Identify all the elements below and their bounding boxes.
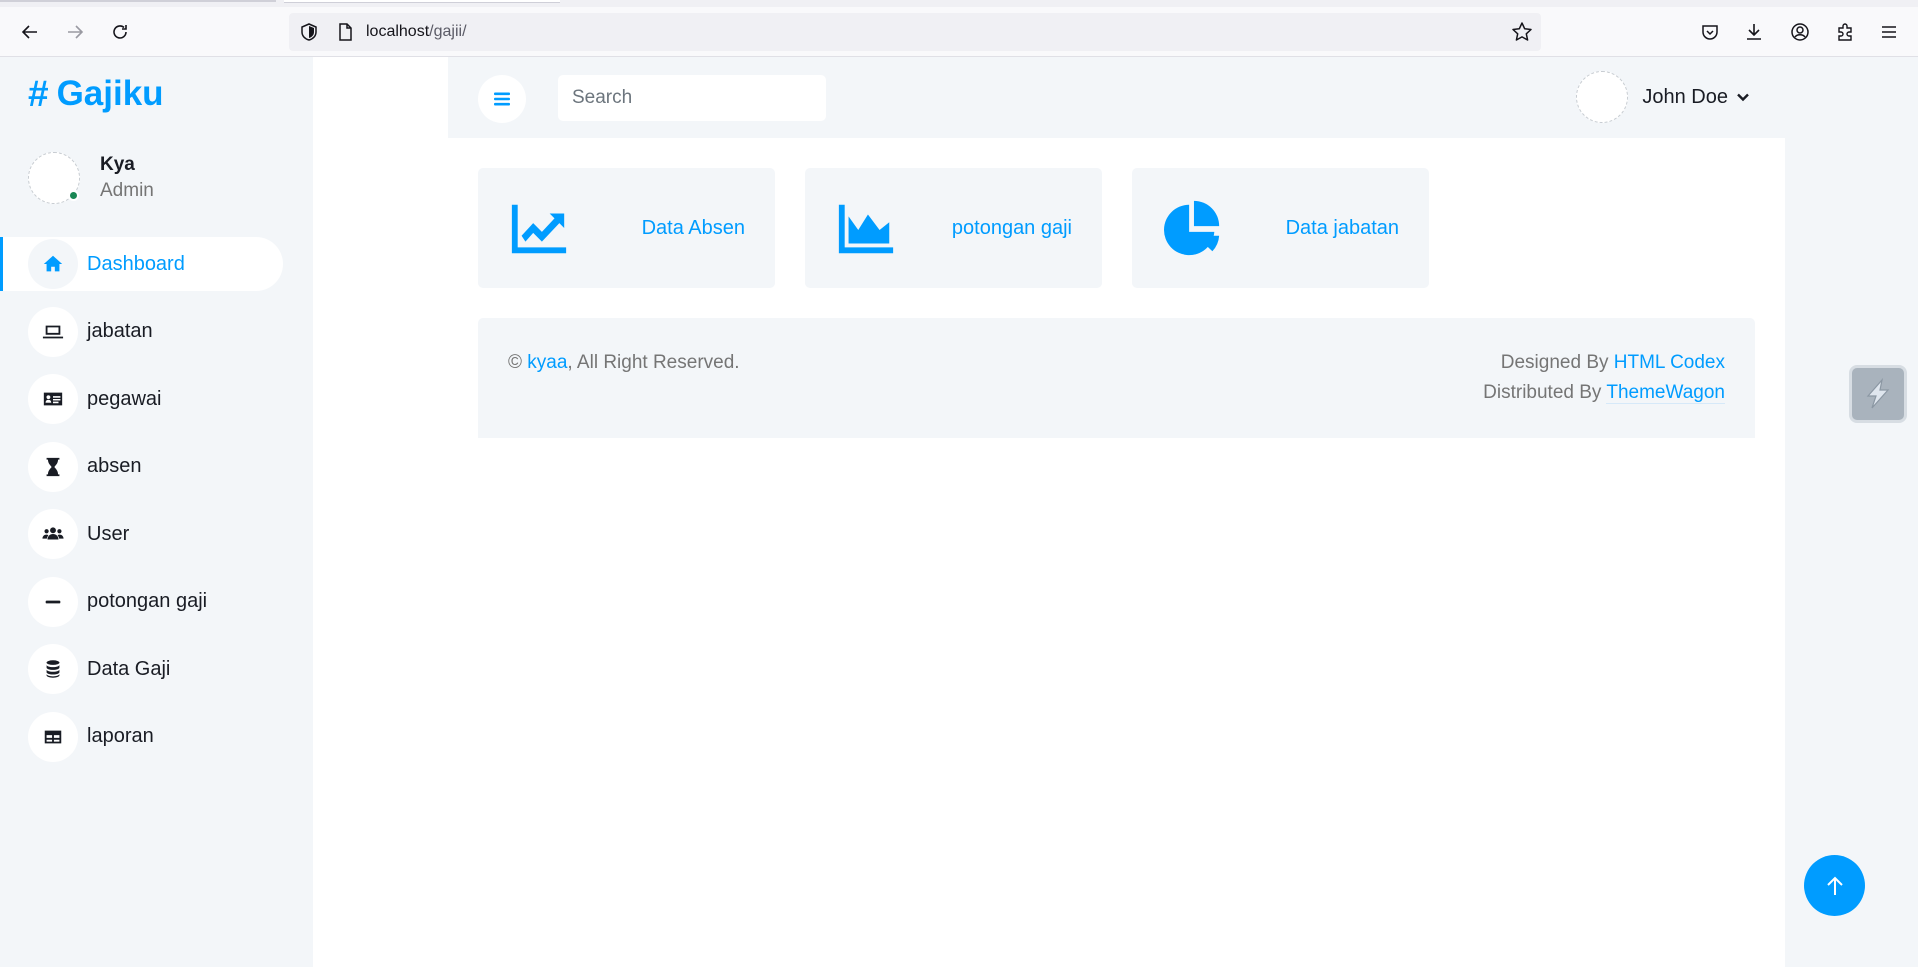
address-bar[interactable]: localhost/gajii/ <box>289 13 1541 51</box>
laptop-icon <box>28 306 78 357</box>
sidebar-item-label: Dashboard <box>87 252 185 275</box>
online-status-dot <box>68 190 79 201</box>
table-icon <box>28 711 78 762</box>
home-icon <box>28 239 78 289</box>
card-label: Data jabatan <box>1285 216 1399 239</box>
users-icon <box>28 509 78 559</box>
url-text: localhost/gajii/ <box>366 23 467 40</box>
forward-icon[interactable] <box>60 17 90 47</box>
browser-tab[interactable] <box>0 0 276 2</box>
top-navbar: John Doe <box>448 57 1785 138</box>
card-label: potongan gaji <box>951 216 1072 239</box>
profile-name: John Doe <box>1642 85 1728 108</box>
sidebar-item-dashboard[interactable]: Dashboard <box>0 237 283 291</box>
profile-dropdown[interactable]: John Doe <box>1576 71 1750 123</box>
card-potongan-gaji[interactable]: potongan gaji <box>805 168 1102 288</box>
sidebar-item-user[interactable]: User <box>0 507 283 561</box>
bars-icon <box>494 92 510 106</box>
database-icon <box>28 644 78 694</box>
brand-name: Gajiku <box>56 74 164 113</box>
sidebar-item-data-gaji[interactable]: Data Gaji <box>0 642 283 696</box>
browser-tab-active[interactable] <box>284 0 560 3</box>
sidebar-item-label: jabatan <box>87 320 153 342</box>
extension-floating-button[interactable] <box>1849 365 1907 423</box>
menu-icon[interactable] <box>1874 17 1904 47</box>
bookmark-star-icon[interactable] <box>1511 21 1533 43</box>
card-label: Data Absen <box>641 216 745 239</box>
pocket-icon[interactable] <box>1695 17 1725 47</box>
sidebar-nav: Dashboard jabatan pegawai absen User pot… <box>0 237 313 777</box>
owner-link[interactable]: kyaa <box>527 352 567 373</box>
lightning-icon <box>1866 377 1890 409</box>
sidebar-item-potongan-gaji[interactable]: potongan gaji <box>0 575 283 629</box>
sidebar-item-label: laporan <box>87 725 154 747</box>
arrow-up-icon <box>1826 876 1843 895</box>
sidebar-user: Kya Admin <box>28 152 154 204</box>
footer-credits: Designed By HTML Codex Distributed By Th… <box>1483 352 1725 404</box>
reload-icon[interactable] <box>105 17 135 47</box>
sidebar-item-jabatan[interactable]: jabatan <box>0 305 283 359</box>
id-card-icon <box>28 374 78 424</box>
avatar <box>28 152 80 204</box>
chevron-down-icon <box>1737 93 1749 102</box>
search-input[interactable] <box>558 75 826 121</box>
sidebar-item-pegawai[interactable]: pegawai <box>0 372 283 426</box>
page-icon <box>339 23 352 41</box>
main-content: John Doe Data Absen potongan gaji Data j… <box>448 57 1785 967</box>
user-role: Admin <box>100 180 154 201</box>
browser-tabstrip <box>0 0 1918 7</box>
avatar <box>1576 71 1629 123</box>
sidebar-toggle-button[interactable] <box>478 75 526 123</box>
download-icon[interactable] <box>1739 17 1769 47</box>
chart-line-icon <box>511 204 567 254</box>
brand-logo[interactable]: # Gajiku <box>28 73 164 115</box>
user-name: Kya <box>100 154 135 175</box>
card-data-jabatan[interactable]: Data jabatan <box>1132 168 1429 288</box>
footer-copyright: © kyaa, All Right Reserved. <box>508 352 740 373</box>
sidebar-item-absen[interactable]: absen <box>0 440 283 494</box>
extensions-icon[interactable] <box>1830 17 1860 47</box>
account-icon[interactable] <box>1785 17 1815 47</box>
stat-cards: Data Absen potongan gaji Data jabatan <box>478 168 1429 288</box>
back-icon[interactable] <box>15 17 45 47</box>
sidebar-item-laporan[interactable]: laporan <box>0 710 283 764</box>
back-to-top-button[interactable] <box>1804 855 1865 916</box>
html-codex-link[interactable]: HTML Codex <box>1614 352 1725 373</box>
minus-icon <box>28 576 78 627</box>
sidebar-item-label: absen <box>87 455 142 477</box>
hourglass-icon <box>28 441 78 492</box>
browser-toolbar: localhost/gajii/ <box>0 7 1918 57</box>
card-data-absen[interactable]: Data Absen <box>478 168 775 288</box>
sidebar: # Gajiku Kya Admin Dashboard jabatan peg… <box>0 57 313 967</box>
sidebar-item-label: User <box>87 522 130 545</box>
hashtag-icon: # <box>28 73 49 114</box>
sidebar-item-label: Data Gaji <box>87 657 171 680</box>
sidebar-item-label: pegawai <box>87 387 162 410</box>
chart-pie-icon <box>1164 200 1220 256</box>
right-gutter <box>1785 57 1918 967</box>
shield-icon[interactable] <box>299 22 319 42</box>
themewagon-link[interactable]: ThemeWagon <box>1606 382 1725 404</box>
chart-area-icon <box>838 204 894 254</box>
sidebar-item-label: potongan gaji <box>87 590 208 612</box>
footer: © kyaa, All Right Reserved. Designed By … <box>478 318 1755 438</box>
